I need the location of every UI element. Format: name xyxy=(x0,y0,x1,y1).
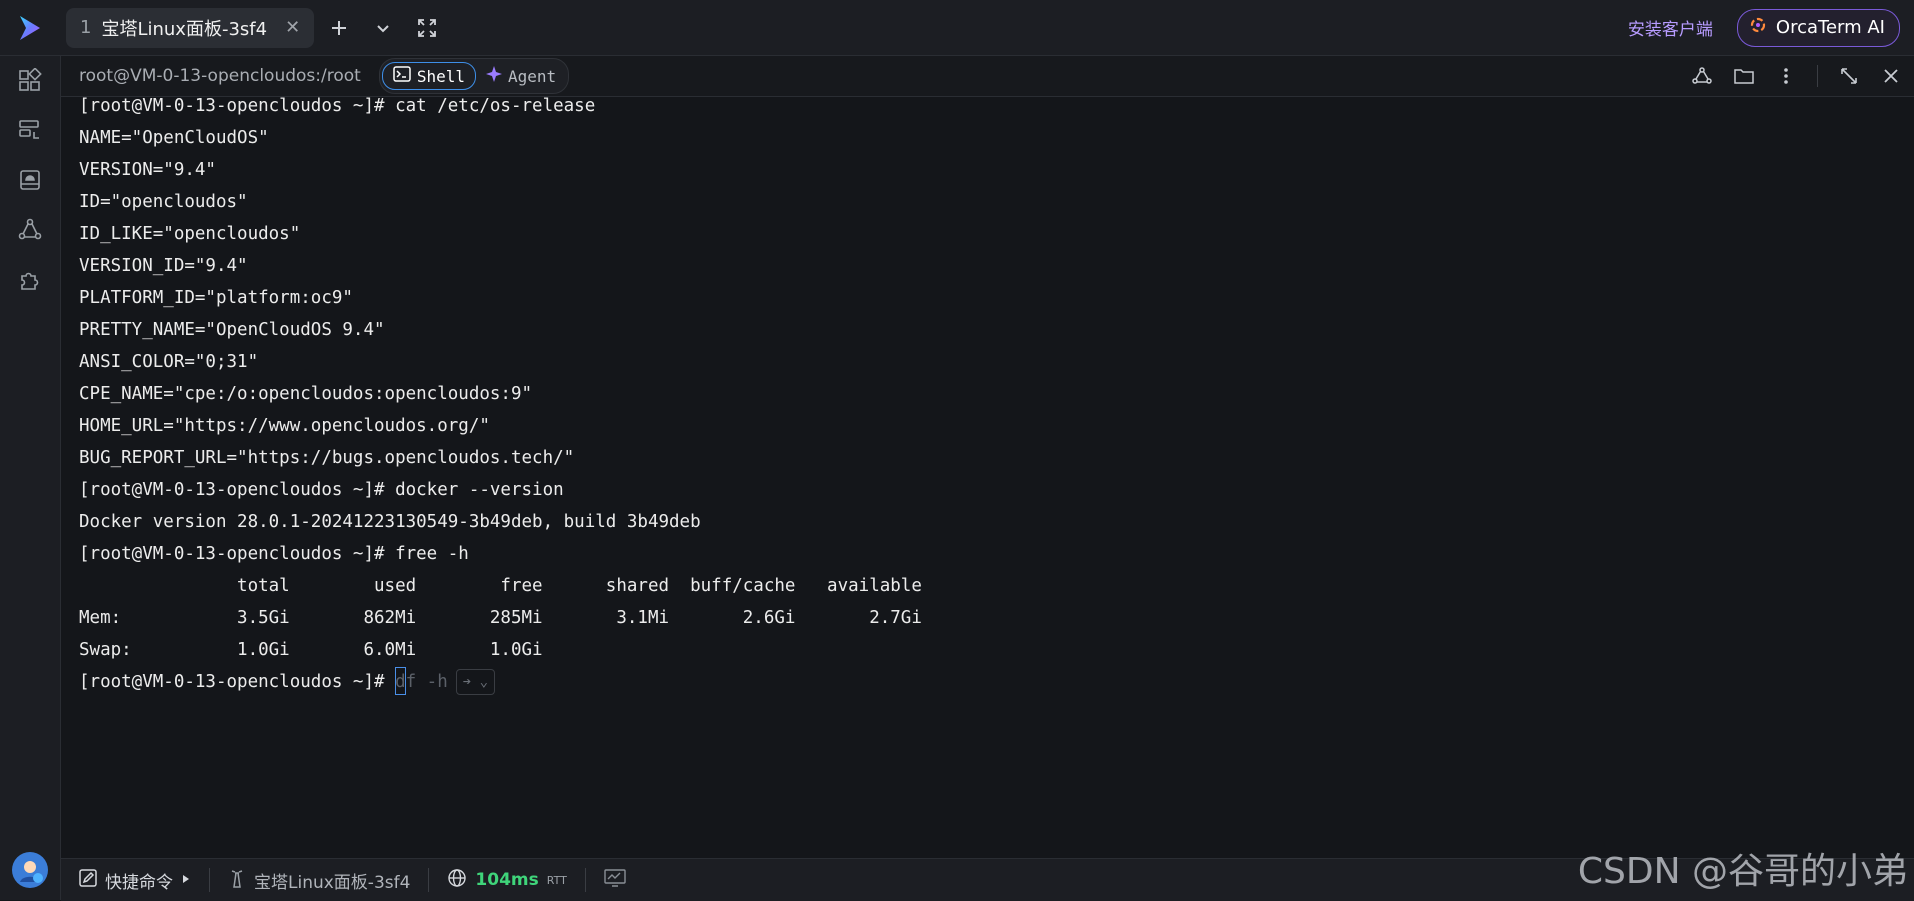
orcaterm-ai-label: OrcaTerm AI xyxy=(1775,17,1885,38)
terminal-line: ID_LIKE="opencloudos" xyxy=(79,224,301,244)
globe-icon xyxy=(447,868,467,893)
terminal-line: VERSION_ID="9.4" xyxy=(79,256,248,276)
server-name: 宝塔Linux面板-3sf4 xyxy=(254,872,411,893)
terminal-line: ANSI_COLOR="0;31" xyxy=(79,352,259,372)
terminal-line: Mem: 3.5Gi 862Mi 285Mi 3.1Mi 2.6Gi 2.7Gi xyxy=(79,608,922,628)
terminal-line: Docker version 28.0.1-20241223130549-3b4… xyxy=(79,512,701,532)
user-avatar[interactable] xyxy=(12,852,48,888)
shell-mode-button[interactable]: Shell xyxy=(381,62,476,90)
shell-mode-label: Shell xyxy=(416,66,465,86)
terminal-icon xyxy=(393,66,411,86)
terminal-line: HOME_URL="https://www.opencloudos.org/" xyxy=(79,416,490,436)
terminal-line: ID="opencloudos" xyxy=(79,192,248,212)
fullscreen-icon[interactable] xyxy=(408,9,446,47)
apps-grid-icon[interactable] xyxy=(14,64,46,96)
app-logo-icon xyxy=(0,0,60,55)
expand-icon[interactable] xyxy=(1838,65,1860,87)
sparkle-icon xyxy=(485,66,502,86)
latency-unit: RTT xyxy=(546,873,567,887)
edit-icon xyxy=(79,868,97,892)
terminal-prompt: [root@VM-0-13-opencloudos ~]# xyxy=(79,672,396,692)
terminal-line: BUG_REPORT_URL="https://bugs.opencloudos… xyxy=(79,448,575,468)
share-network-icon[interactable] xyxy=(14,214,46,246)
install-client-link[interactable]: 安装客户端 xyxy=(1628,15,1713,40)
terminal-line: total used free shared buff/cache availa… xyxy=(79,576,922,596)
terminal-line: Swap: 1.0Gi 6.0Mi 1.0Gi xyxy=(79,640,543,660)
orcaterm-ai-button[interactable]: OrcaTerm AI xyxy=(1736,8,1900,47)
orca-sparkle-icon xyxy=(1748,15,1768,40)
terminal-output[interactable]: [root@VM-0-13-opencloudos ~]# cat /etc/o… xyxy=(61,96,1914,857)
more-vertical-icon[interactable] xyxy=(1775,65,1797,87)
csdn-watermark: CSDN @谷哥的小弟 xyxy=(1577,851,1908,892)
add-tab-icon[interactable] xyxy=(320,9,358,47)
terminal-line: [root@VM-0-13-opencloudos ~]# cat /etc/o… xyxy=(79,96,596,116)
latency-value: 104ms xyxy=(475,870,539,890)
terminal-prompt-line[interactable]: [root@VM-0-13-opencloudos ~]# df -h ➔ ⌄ xyxy=(79,666,496,698)
terminal-line: CPE_NAME="cpe:/o:opencloudos:opencloudos… xyxy=(79,384,533,404)
terminal-line: PLATFORM_ID="platform:oc9" xyxy=(79,288,353,308)
mode-switch: Shell Agent xyxy=(378,58,570,94)
agent-mode-label: Agent xyxy=(507,66,557,86)
tab-number: 1 xyxy=(80,17,92,38)
lighthouse-icon xyxy=(228,868,246,893)
share-icon[interactable] xyxy=(1691,65,1713,87)
close-tab-icon[interactable]: ✕ xyxy=(285,17,300,38)
agent-mode-button[interactable]: Agent xyxy=(476,63,566,89)
cloud-disk-icon[interactable] xyxy=(14,164,46,196)
divider xyxy=(1817,65,1818,87)
left-sidebar xyxy=(0,56,61,900)
tab-session[interactable]: 1 宝塔Linux面板-3sf4 ✕ xyxy=(66,7,315,48)
network-latency: 104ms RTT xyxy=(429,859,584,901)
terminal-line: NAME="OpenCloudOS" xyxy=(79,128,269,148)
plugin-puzzle-icon[interactable] xyxy=(14,264,46,296)
text-cursor xyxy=(395,667,407,695)
server-list-icon[interactable] xyxy=(14,114,46,146)
close-icon[interactable] xyxy=(1880,65,1902,87)
server-info[interactable]: 宝塔Linux面板-3sf4 xyxy=(210,859,428,901)
chevron-down-icon[interactable] xyxy=(364,9,402,47)
monitor-chart-icon xyxy=(604,868,626,892)
quick-commands-label: 快捷命令 xyxy=(105,872,173,893)
terminal-line: PRETTY_NAME="OpenCloudOS 9.4" xyxy=(79,320,385,340)
terminal-line: [root@VM-0-13-opencloudos ~]# free -h xyxy=(79,544,469,564)
terminal-line: VERSION="9.4" xyxy=(79,160,216,180)
current-path: root@VM-0-13-opencloudos:/root xyxy=(79,66,361,86)
quick-commands-button[interactable]: 快捷命令 xyxy=(61,859,209,901)
tab-title: 宝塔Linux面板-3sf4 xyxy=(101,18,268,40)
title-bar: 1 宝塔Linux面板-3sf4 ✕ 安装客户端 OrcaTerm AI xyxy=(0,0,1914,56)
folder-icon[interactable] xyxy=(1733,65,1755,87)
accept-suggestion-button[interactable]: ➔ ⌄ xyxy=(455,669,496,695)
play-triangle-icon xyxy=(181,870,191,890)
monitor-button[interactable] xyxy=(586,859,644,901)
terminal-line: [root@VM-0-13-opencloudos ~]# docker --v… xyxy=(79,480,564,500)
